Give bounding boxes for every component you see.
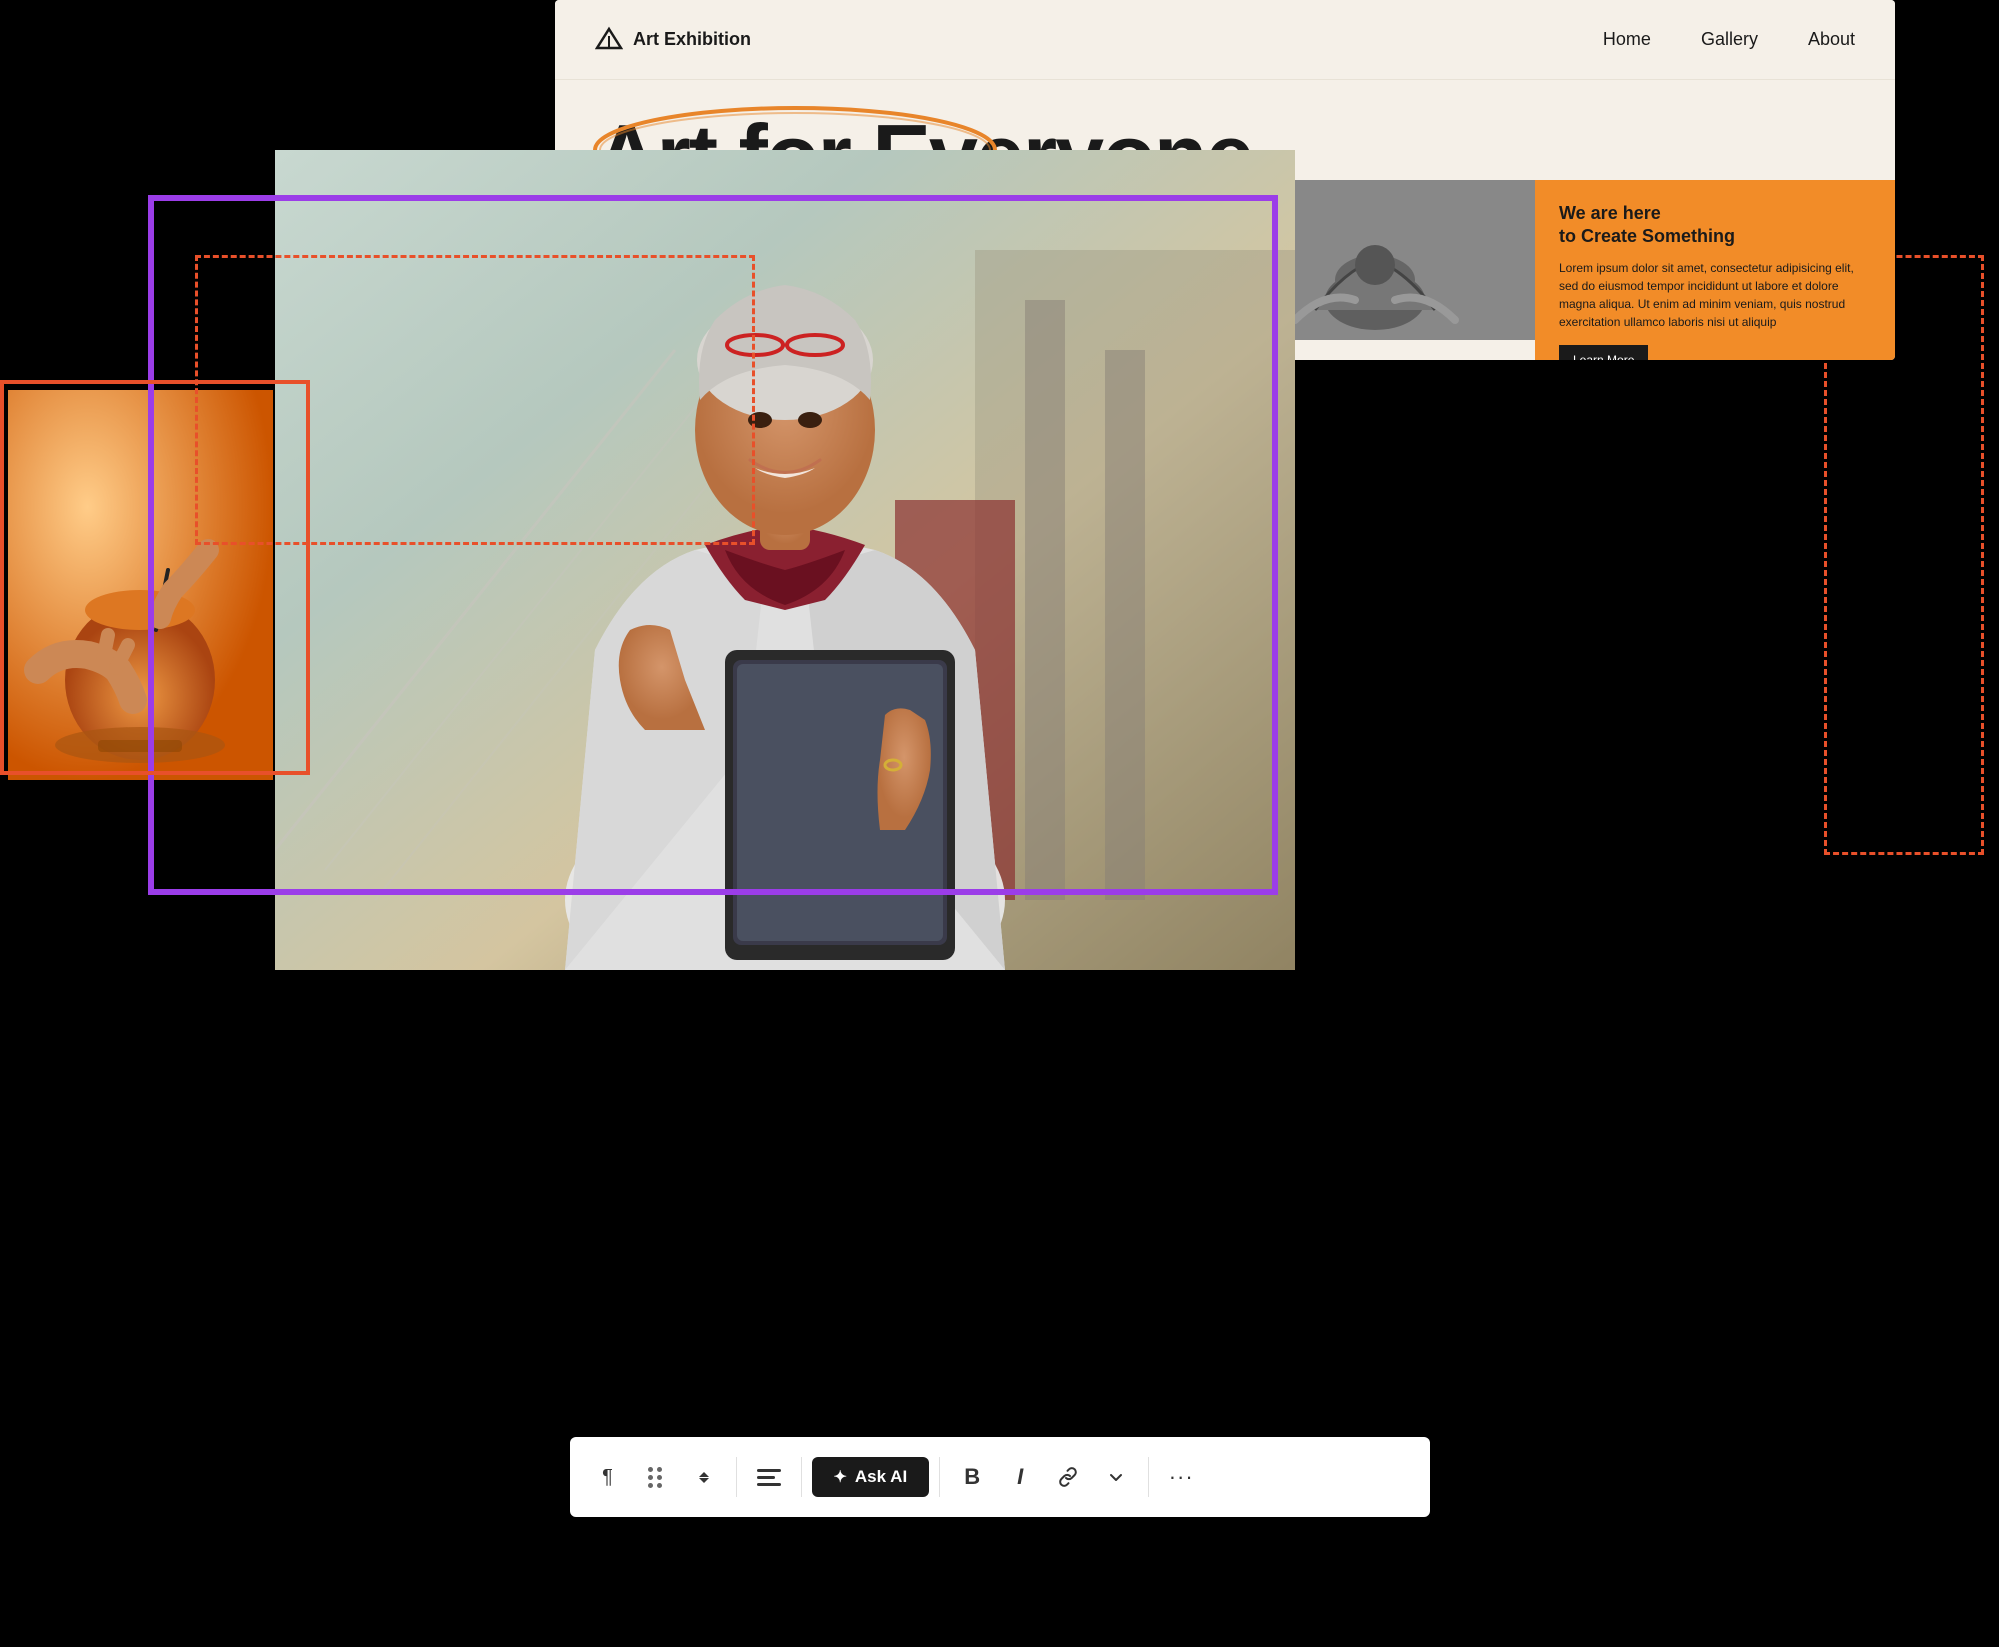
learn-more-button[interactable]: Learn More — [1559, 345, 1648, 360]
dropdown-button[interactable] — [1094, 1455, 1138, 1499]
orange-info-card: We are here to Create Something Lorem ip… — [1535, 180, 1895, 360]
link-icon — [1057, 1466, 1079, 1488]
sparkle-icon: ✦ — [834, 1467, 847, 1487]
ask-ai-button[interactable]: ✦ Ask AI — [812, 1457, 930, 1497]
bold-button[interactable]: B — [950, 1455, 994, 1499]
nav-home[interactable]: Home — [1603, 29, 1651, 50]
nav-about[interactable]: About — [1808, 29, 1855, 50]
toolbar-divider-3 — [939, 1457, 940, 1497]
main-photo — [275, 150, 1295, 970]
ask-ai-label: Ask AI — [855, 1467, 907, 1487]
nav-links: Home Gallery About — [1603, 29, 1855, 50]
italic-icon: I — [1017, 1464, 1023, 1490]
main-photo-background — [275, 150, 1295, 970]
bold-icon: B — [964, 1464, 980, 1490]
chevron-updown-icon — [699, 1472, 709, 1483]
logo-text: Art Exhibition — [633, 29, 751, 50]
nav-gallery[interactable]: Gallery — [1701, 29, 1758, 50]
orange-card-body: Lorem ipsum dolor sit amet, consectetur … — [1559, 259, 1871, 331]
grip-dots-icon — [648, 1467, 663, 1488]
link-button[interactable] — [1046, 1455, 1090, 1499]
align-icon — [757, 1469, 781, 1486]
nav-logo: Art Exhibition — [595, 26, 751, 54]
more-options-button[interactable]: ··· — [1159, 1455, 1203, 1499]
align-button[interactable] — [747, 1455, 791, 1499]
italic-button[interactable]: I — [998, 1455, 1042, 1499]
logo-icon — [595, 26, 623, 54]
paragraph-icon: ¶ — [602, 1466, 613, 1489]
paragraph-button[interactable]: ¶ — [586, 1455, 630, 1499]
scene-background-svg — [275, 150, 1295, 970]
move-up-down-button[interactable] — [682, 1455, 726, 1499]
chevron-down-icon — [1108, 1469, 1124, 1485]
grip-handle-button[interactable] — [634, 1455, 678, 1499]
more-dots-icon: ··· — [1169, 1464, 1194, 1490]
scene: Art Exhibition Home Gallery About Art fo… — [0, 0, 1999, 1647]
editor-toolbar: ¶ ✦ — [570, 1437, 1430, 1517]
toolbar-divider-1 — [736, 1457, 737, 1497]
website-nav: Art Exhibition Home Gallery About — [555, 0, 1895, 80]
toolbar-divider-2 — [801, 1457, 802, 1497]
orange-frame-left — [0, 380, 310, 775]
orange-card-title: We are here to Create Something — [1559, 202, 1871, 249]
toolbar-divider-4 — [1148, 1457, 1149, 1497]
